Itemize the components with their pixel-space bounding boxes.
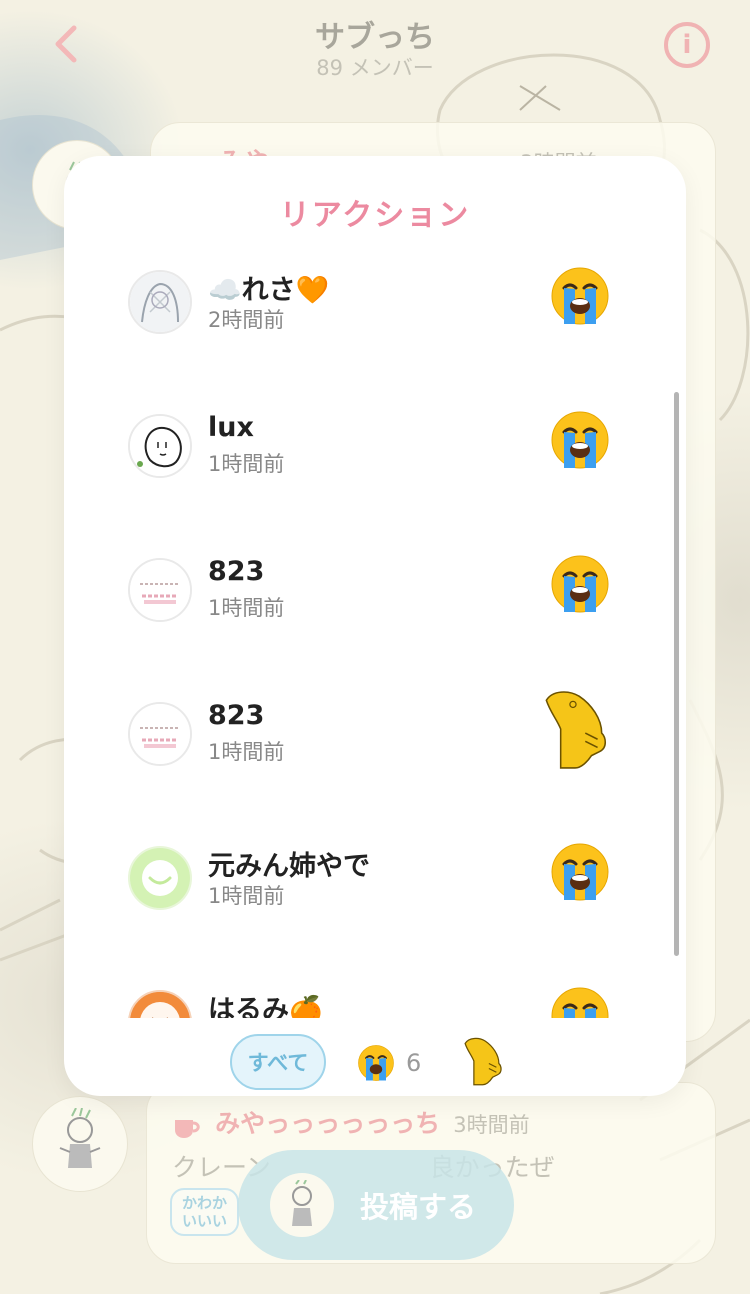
reaction-row[interactable]: 823 1時間前 <box>64 691 686 846</box>
reaction-modal: リアクション ☁️れさ🧡 2時間前 lux 1時間前 823 1時間前 823 … <box>64 156 686 1096</box>
reactor-name: ☁️れさ🧡 <box>208 275 330 306</box>
reaction-time: 1時間前 <box>208 452 285 476</box>
filter-all-chip[interactable]: すべて <box>230 1034 326 1090</box>
filter-crying-chip[interactable]: 6 <box>356 1038 421 1088</box>
character-avatar-icon <box>130 992 190 1018</box>
cup-icon <box>175 1119 200 1138</box>
avatar <box>270 1173 334 1237</box>
reactor-name: 823 <box>208 700 265 731</box>
avatar[interactable] <box>128 846 192 910</box>
reaction-time: 2時間前 <box>208 308 285 332</box>
reaction-filter-bar: すべて 6 <box>64 1018 686 1096</box>
handwriting-avatar-icon <box>130 704 190 764</box>
crying-count: 6 <box>406 1049 422 1077</box>
crying-face-icon <box>358 1045 394 1081</box>
sketch-avatar-icon <box>130 272 190 332</box>
post-header: みやっっっっっっち 3時間前 <box>172 1104 530 1140</box>
character-avatar-icon <box>59 1108 101 1168</box>
info-button[interactable]: i <box>664 22 710 68</box>
handwriting-avatar-icon <box>130 560 190 620</box>
avatar[interactable] <box>128 558 192 622</box>
tag-chip[interactable]: かわか いいい <box>170 1188 240 1236</box>
reaction-time: 1時間前 <box>208 740 285 764</box>
reaction-row[interactable]: 元みん姉やで 1時間前 <box>64 843 686 990</box>
avatar[interactable] <box>128 702 192 766</box>
doodle-face-icon <box>130 416 190 476</box>
reaction-row[interactable]: ☁️れさ🧡 2時間前 <box>64 267 686 414</box>
reaction-time: 1時間前 <box>208 884 285 908</box>
post-author[interactable]: みやっっっっっっち <box>215 1109 440 1138</box>
reaction-row[interactable]: はるみ🍊 <box>64 987 686 1018</box>
crying-face-icon <box>551 267 609 325</box>
reaction-row[interactable]: 823 1時間前 <box>64 555 686 702</box>
reactor-name: 元みん姉やで <box>208 851 370 882</box>
reaction-row[interactable]: lux 1時間前 <box>64 411 686 558</box>
group-title: サブっち <box>315 20 435 55</box>
avatar[interactable] <box>128 270 192 334</box>
avatar[interactable] <box>128 990 192 1018</box>
chat-header: サブっち 89 メンバー i <box>0 0 750 90</box>
post-time: 3時間前 <box>453 1113 530 1137</box>
banana-thumbs-down-icon <box>545 691 607 769</box>
crying-face-icon <box>551 843 609 901</box>
reactor-name: はるみ🍊 <box>208 995 323 1018</box>
scrollbar[interactable] <box>674 392 679 956</box>
member-count: 89 メンバー <box>316 56 434 80</box>
reactor-name: lux <box>208 412 254 443</box>
crying-face-icon <box>551 411 609 469</box>
avatar[interactable] <box>128 414 192 478</box>
character-avatar-icon <box>292 1180 312 1226</box>
compose-label: 投稿する <box>360 1190 477 1224</box>
smile-avatar-icon <box>130 848 190 908</box>
crying-face-icon <box>551 555 609 613</box>
reaction-time: 1時間前 <box>208 596 285 620</box>
crying-face-icon <box>551 987 609 1018</box>
banana-thumbs-down-icon[interactable] <box>460 1036 504 1086</box>
modal-title: リアクション <box>279 198 471 233</box>
reactor-name: 823 <box>208 556 265 587</box>
reaction-list[interactable]: ☁️れさ🧡 2時間前 lux 1時間前 823 1時間前 823 1時間前 元み… <box>64 246 686 1018</box>
avatar[interactable] <box>32 1096 128 1192</box>
info-icon: i <box>682 30 692 60</box>
compose-post-button[interactable]: 投稿する <box>238 1150 514 1260</box>
